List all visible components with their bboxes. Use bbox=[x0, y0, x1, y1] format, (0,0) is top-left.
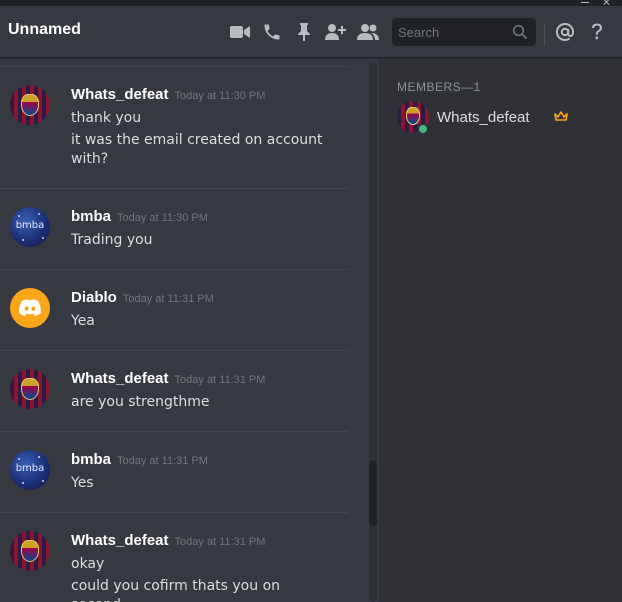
member-list: MEMBERS—1 Whats_defeat bbox=[379, 59, 622, 602]
members-header: MEMBERS—1 bbox=[397, 80, 481, 94]
header-divider bbox=[544, 24, 545, 46]
avatar-text: bmba bbox=[15, 220, 45, 231]
message-list[interactable]: Whats_defeat Today at 11:30 PM thank you … bbox=[0, 59, 378, 602]
discord-logo-icon[interactable] bbox=[10, 288, 50, 328]
avatar[interactable]: bmba bbox=[10, 207, 50, 247]
message-group: Whats_defeat Today at 11:31 PM okay could… bbox=[0, 512, 348, 602]
crown-icon bbox=[554, 111, 568, 121]
message-line: okay bbox=[71, 556, 105, 572]
mention-icon[interactable] bbox=[553, 20, 577, 44]
message-line: thank you bbox=[71, 110, 142, 126]
message-line: are you strengthme bbox=[71, 394, 210, 410]
message-timestamp: Today at 11:31 PM bbox=[174, 374, 266, 386]
search-input[interactable] bbox=[392, 18, 510, 46]
message-line: with? bbox=[71, 151, 109, 167]
help-icon[interactable] bbox=[585, 20, 609, 44]
message-line: Trading you bbox=[71, 232, 153, 248]
message-group: Whats_defeat Today at 11:31 PM are you st… bbox=[0, 350, 348, 431]
add-friend-icon[interactable] bbox=[324, 20, 348, 44]
message-author[interactable]: Whats_defeat bbox=[71, 370, 169, 387]
message-group: bmba bmba Today at 11:31 PM Yes bbox=[0, 431, 348, 512]
member-name: Whats_defeat bbox=[437, 109, 530, 126]
online-status-icon bbox=[417, 123, 429, 135]
message-line: could you cofirm thats you on second bbox=[71, 578, 281, 602]
channel-header: Unnamed bbox=[0, 6, 622, 58]
message-author[interactable]: bmba bbox=[71, 208, 111, 225]
message-line: Yea bbox=[71, 313, 95, 329]
avatar[interactable] bbox=[10, 531, 50, 571]
video-call-icon[interactable] bbox=[228, 20, 252, 44]
avatar[interactable]: bmba bbox=[10, 450, 50, 490]
message-line: it was the email created on account bbox=[71, 132, 323, 148]
avatar-text: bmba bbox=[15, 463, 45, 474]
message-line: Yes bbox=[71, 475, 94, 491]
message-timestamp: Today at 11:31 PM bbox=[122, 293, 214, 305]
message-group: Whats_defeat Today at 11:30 PM thank you … bbox=[0, 66, 348, 188]
member-list-icon[interactable] bbox=[356, 20, 380, 44]
message-group: bmba bmba Today at 11:30 PM Trading you bbox=[0, 188, 348, 269]
pin-icon[interactable] bbox=[292, 20, 316, 44]
avatar[interactable] bbox=[10, 85, 50, 125]
search-box[interactable] bbox=[392, 18, 536, 46]
member-item[interactable]: Whats_defeat bbox=[397, 101, 617, 135]
message-group: Diablo Today at 11:31 PM Yea bbox=[0, 269, 348, 350]
channel-title: Unnamed bbox=[8, 21, 81, 38]
search-icon bbox=[512, 24, 528, 40]
message-author[interactable]: Whats_defeat bbox=[71, 532, 169, 549]
voice-call-icon[interactable] bbox=[260, 20, 284, 44]
message-timestamp: Today at 11:30 PM bbox=[174, 90, 266, 102]
message-author[interactable]: bmba bbox=[71, 451, 111, 468]
message-timestamp: Today at 11:31 PM bbox=[117, 455, 208, 467]
message-timestamp: Today at 11:31 PM bbox=[174, 536, 266, 548]
message-timestamp: Today at 11:30 PM bbox=[117, 212, 208, 224]
avatar[interactable] bbox=[10, 369, 50, 409]
message-author[interactable]: Diablo bbox=[71, 289, 117, 306]
scrollbar-thumb[interactable] bbox=[369, 460, 377, 526]
message-author[interactable]: Whats_defeat bbox=[71, 86, 169, 103]
